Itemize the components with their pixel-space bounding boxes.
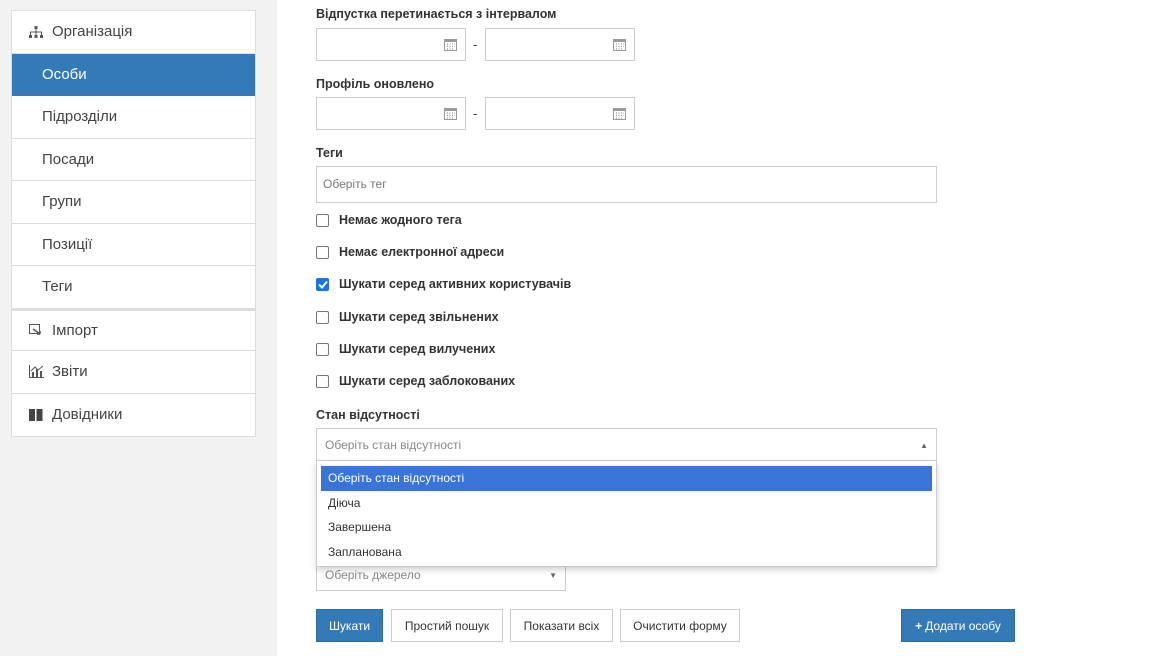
sidebar-item-groups[interactable]: Групи (12, 181, 255, 224)
tags-placeholder: Оберіть тег (323, 177, 387, 191)
add-person-button[interactable]: + Додати особу (901, 609, 1015, 642)
import-icon (26, 323, 46, 337)
calendar-icon[interactable] (444, 38, 457, 56)
calendar-icon[interactable] (613, 38, 626, 56)
checkbox[interactable] (316, 374, 329, 388)
simple-search-button[interactable]: Простий пошук (391, 609, 503, 642)
checkbox[interactable] (316, 213, 329, 227)
sidebar-item-organization[interactable]: Організація (12, 11, 255, 54)
checkbox-label: Шукати серед звільнених (339, 310, 499, 324)
sidebar-item-roles[interactable]: Позиції (12, 224, 255, 266)
absence-state-label: Стан відсутності (316, 408, 420, 422)
calendar-icon[interactable] (444, 107, 457, 125)
add-person-label: Додати особу (925, 618, 1001, 633)
sidebar-item-import[interactable]: Імпорт (12, 308, 255, 351)
date-range-dash: - (473, 106, 478, 121)
absence-state-placeholder: Оберіть стан відсутності (325, 438, 462, 452)
absence-state-dropdown: Оберіть стан відсутності Діюча Завершена… (316, 460, 937, 567)
caret-up-icon: ▲ (920, 441, 928, 450)
profile-from-date-input[interactable] (316, 97, 466, 130)
book-icon (26, 408, 46, 421)
check-active-users[interactable]: Шукати серед активних користувачів (316, 277, 571, 291)
check-no-tags[interactable]: Немає жодного тега (316, 213, 462, 227)
vacation-to-date-input[interactable] (485, 28, 635, 61)
checkbox-checked[interactable] (316, 277, 329, 291)
checkbox[interactable] (316, 342, 329, 356)
sidebar-item-label: Посади (42, 150, 95, 168)
sitemap-icon (26, 25, 46, 38)
clear-form-button[interactable]: Очистити форму (620, 609, 740, 642)
checkbox-label: Немає жодного тега (339, 213, 462, 227)
dropdown-option[interactable]: Завершена (321, 515, 932, 540)
sidebar-item-label: Теги (42, 278, 73, 296)
dropdown-option[interactable]: Оберіть стан відсутності (321, 466, 932, 491)
show-all-button[interactable]: Показати всіх (510, 609, 613, 642)
sidebar-item-label: Групи (42, 193, 82, 211)
sidebar-item-positions[interactable]: Посади (12, 139, 255, 181)
tags-label: Теги (316, 146, 343, 160)
vacation-from-date-input[interactable] (316, 28, 466, 61)
dropdown-option[interactable]: Діюча (321, 491, 932, 516)
checkbox-label: Шукати серед вилучених (339, 342, 496, 356)
checkbox-label: Шукати серед заблокованих (339, 374, 516, 388)
sidebar-item-label: Особи (42, 65, 87, 83)
sidebar-item-reports[interactable]: Звіти (12, 351, 255, 394)
checkbox-label: Немає електронної адреси (339, 245, 505, 259)
check-removed[interactable]: Шукати серед вилучених (316, 342, 495, 356)
sidebar-item-label: Організація (52, 23, 133, 41)
dropdown-option[interactable]: Запланована (321, 540, 932, 565)
checkmark-icon (317, 280, 328, 289)
absence-state-select[interactable]: Оберіть стан відсутності ▲ (316, 428, 937, 461)
tags-input[interactable]: Оберіть тег (316, 166, 937, 203)
checkbox[interactable] (316, 310, 329, 324)
checkbox[interactable] (316, 245, 329, 259)
date-range-dash: - (473, 37, 478, 52)
chart-icon (26, 365, 46, 379)
sidebar-item-departments[interactable]: Підрозділи (12, 96, 255, 139)
sidebar-item-label: Звіти (52, 363, 88, 381)
sidebar-item-label: Імпорт (52, 321, 98, 339)
sidebar-item-tags[interactable]: Теги (12, 266, 255, 309)
checkbox-label: Шукати серед активних користувачів (339, 277, 572, 291)
check-blocked[interactable]: Шукати серед заблокованих (316, 374, 515, 388)
sidebar-item-references[interactable]: Довідники (12, 394, 255, 437)
search-button[interactable]: Шукати (316, 609, 383, 642)
profile-updated-label: Профіль оновлено (316, 77, 435, 91)
sidebar-item-label: Підрозділи (42, 108, 118, 126)
sidebar-item-persons[interactable]: Особи (12, 53, 255, 96)
vacation-interval-label: Відпустка перетинається з інтервалом (316, 7, 557, 21)
source-placeholder: Оберіть джерело (325, 568, 421, 582)
profile-to-date-input[interactable] (485, 97, 635, 130)
sidebar-item-label: Довідники (52, 406, 123, 424)
plus-icon: + (915, 618, 923, 633)
sidebar-item-label: Позиції (42, 235, 93, 253)
check-no-email[interactable]: Немає електронної адреси (316, 245, 504, 259)
check-dismissed[interactable]: Шукати серед звільнених (316, 310, 499, 324)
calendar-icon[interactable] (613, 107, 626, 125)
sidebar: Організація Особи Підрозділи Посади Груп… (11, 10, 256, 437)
